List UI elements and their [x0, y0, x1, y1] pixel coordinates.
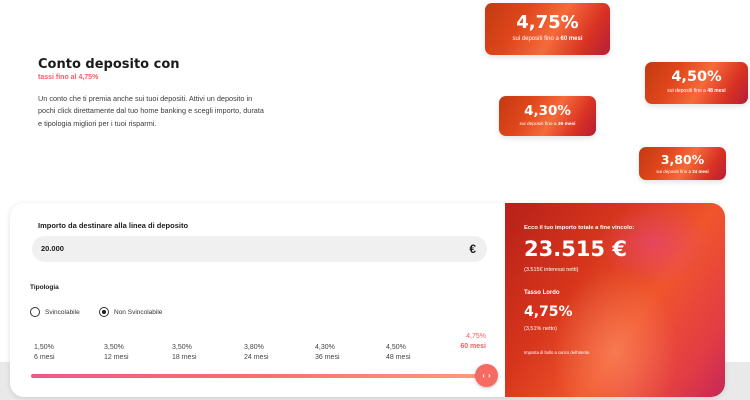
amount-label: Importo da destinare alla linea di depos…: [38, 221, 189, 230]
result-total: 23.515 €: [524, 237, 627, 261]
step-term: 48 mesi: [386, 354, 411, 361]
rate-badge-36-mesi: 4,30% sui depositi fino a 36 mesi: [499, 96, 596, 136]
badge-caption: sui depositi fino a 48 mesi: [667, 88, 726, 94]
duration-step-12-mesi[interactable]: 3,50% 12 mesi: [104, 343, 129, 363]
step-rate: 3,80%: [244, 344, 264, 351]
radio-non-svincolabile[interactable]: Non Svincolabile: [99, 307, 162, 317]
step-term: 6 mesi: [34, 354, 55, 361]
badge-rate: 3,80%: [660, 152, 705, 167]
radio-label: Svincolabile: [45, 308, 80, 316]
badge-caption: sui depositi fino a 36 mesi: [519, 122, 576, 127]
step-term: 12 mesi: [104, 354, 129, 361]
step-rate: 4,75%: [466, 333, 486, 340]
step-term: 60 mesi: [460, 343, 486, 350]
rate-badge-48-mesi: 4,50% sui depositi fino a 48 mesi: [645, 62, 748, 104]
step-rate: 4,30%: [315, 344, 335, 351]
duration-step-36-mesi[interactable]: 4,30% 36 mesi: [315, 343, 340, 363]
step-term: 18 mesi: [172, 354, 197, 361]
calculator-form: Importo da destinare alla linea di depos…: [10, 203, 505, 397]
radio-label: Non Svincolabile: [114, 308, 163, 316]
duration-slider-track[interactable]: [31, 374, 486, 378]
chevron-left-icon: ‹: [482, 371, 485, 380]
tasso-lordo-value: 4,75%: [524, 304, 573, 320]
duration-step-48-mesi[interactable]: 4,50% 48 mesi: [386, 343, 411, 363]
deposit-calculator-card: Importo da destinare alla linea di depos…: [10, 203, 725, 397]
rate-badge-24-mesi: 3,80% sui depositi fino a 24 mesi: [639, 147, 726, 180]
amount-value: 20.000: [41, 244, 64, 253]
badge-caption: sui depositi fino a 60 mesi: [512, 36, 583, 42]
euro-icon: €: [469, 242, 476, 256]
step-term: 24 mesi: [244, 354, 269, 361]
duration-step-60-mesi[interactable]: 4,75% 60 mesi: [450, 332, 486, 352]
stamp-duty-note: Imposta di bollo a carico dell'utente.: [524, 350, 591, 355]
badge-rate: 4,50%: [671, 69, 722, 85]
duration-step-18-mesi[interactable]: 3,50% 18 mesi: [172, 343, 197, 363]
result-label: Ecco il tuo importo totale a fine vincol…: [524, 225, 635, 231]
duration-step-24-mesi[interactable]: 3,80% 24 mesi: [244, 343, 269, 363]
radio-circle[interactable]: [30, 307, 40, 317]
duration-step-6-mesi[interactable]: 1,50% 6 mesi: [34, 343, 55, 363]
result-interest: (3.515€ interessi netti): [524, 267, 579, 273]
step-term: 36 mesi: [315, 354, 340, 361]
radio-svincolabile[interactable]: Svincolabile: [30, 307, 80, 317]
page-description: Un conto che ti premia anche sui tuoi de…: [38, 94, 264, 128]
chevron-right-icon: ›: [488, 371, 491, 380]
step-rate: 3,50%: [172, 344, 192, 351]
step-rate: 3,50%: [104, 344, 124, 351]
radio-circle-selected[interactable]: [99, 307, 109, 317]
step-rate: 4,50%: [386, 344, 406, 351]
badge-rate: 4,30%: [524, 103, 571, 119]
amount-input[interactable]: 20.000 €: [32, 236, 487, 262]
step-rate: 1,50%: [34, 344, 54, 351]
tasso-netto: (3,51% netto): [524, 326, 558, 332]
page-title: Conto deposito con: [38, 57, 180, 72]
result-panel: Ecco il tuo importo totale a fine vincol…: [505, 203, 725, 397]
duration-slider-handle[interactable]: ‹ ›: [475, 364, 498, 387]
rate-badge-60-mesi: 4,75% sui depositi fino a 60 mesi: [485, 3, 610, 55]
badge-rate: 4,75%: [516, 12, 579, 33]
badge-caption: sui depositi fino a 24 mesi: [656, 169, 709, 174]
tasso-lordo-label: Tasso Lordo: [524, 290, 560, 296]
page-subtitle: tassi fino al 4,75%: [38, 74, 99, 81]
tipologia-label: Tipologia: [30, 284, 59, 291]
